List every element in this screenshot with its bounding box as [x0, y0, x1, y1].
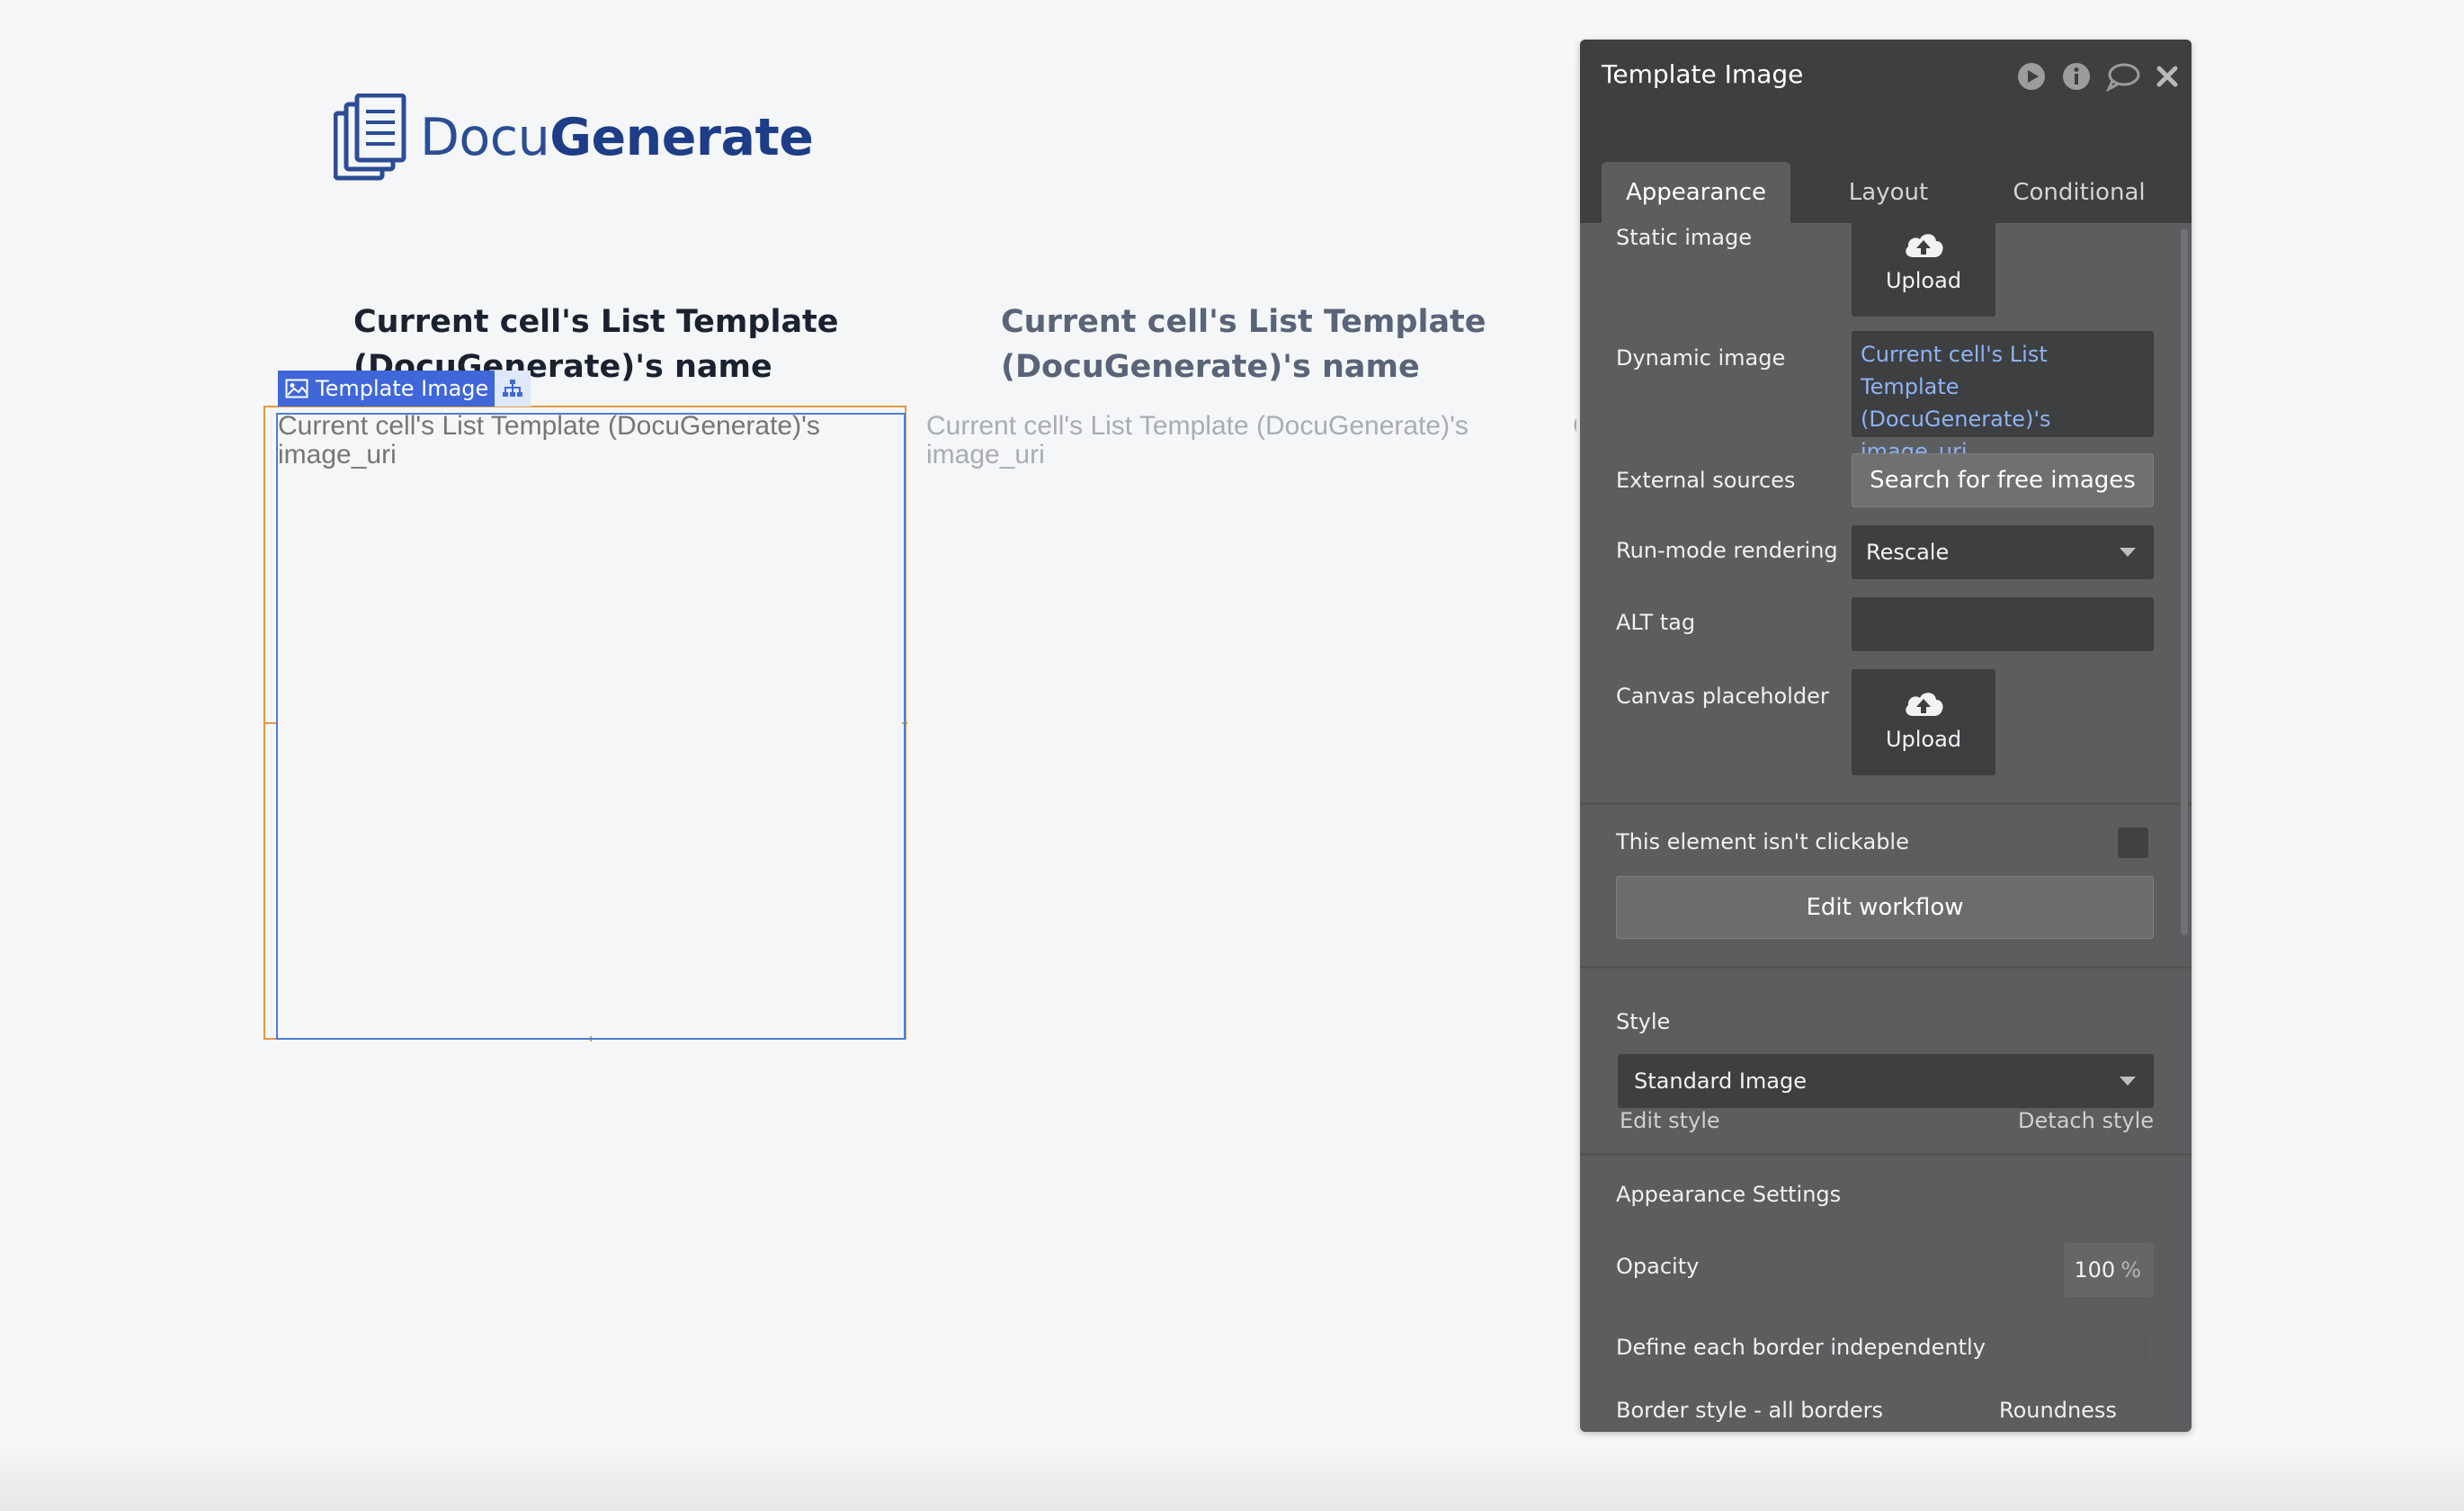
- chevron-down-icon: [2120, 548, 2136, 557]
- run-mode-rendering-label: Run-mode rendering: [1616, 538, 1838, 563]
- resize-handle[interactable]: [263, 722, 276, 724]
- image-uri-text: Current cell's List Template (DocuGenera…: [278, 411, 820, 469]
- element-tag-label: Template Image: [316, 376, 489, 401]
- opacity-value: 100: [2074, 1257, 2116, 1283]
- section-divider: [1580, 802, 2192, 805]
- alt-tag-input[interactable]: [1852, 597, 2154, 651]
- image-uri-text: Current cell's List Template (DocuGenera…: [926, 411, 1469, 469]
- tab-appearance[interactable]: Appearance: [1602, 162, 1790, 223]
- panel-tabs: Appearance Layout Conditional: [1580, 112, 2192, 223]
- play-icon[interactable]: [2016, 61, 2047, 92]
- template-image-element[interactable]: [276, 413, 906, 1040]
- style-value: Standard Image: [1634, 1068, 1807, 1094]
- alt-tag-label: ALT tag: [1616, 610, 1696, 635]
- element-name-tag[interactable]: Template Image: [278, 371, 500, 407]
- run-mode-rendering-select[interactable]: Rescale: [1852, 525, 2154, 579]
- appearance-settings-heading: Appearance Settings: [1616, 1182, 1842, 1207]
- info-icon[interactable]: [2061, 61, 2092, 92]
- document-stack-icon: [334, 94, 406, 181]
- cloud-upload-icon: [1906, 234, 1943, 257]
- clipped-cell-text: Ci: [1573, 412, 1576, 441]
- cell-title[interactable]: Current cell's List Template (DocuGenera…: [1001, 300, 1576, 389]
- chevron-down-icon: [2120, 1077, 2136, 1086]
- image-icon: [285, 379, 308, 398]
- upload-label: Upload: [1885, 727, 1962, 752]
- canvas-placeholder-upload-button[interactable]: Upload: [1852, 669, 1995, 775]
- run-mode-value: Rescale: [1866, 540, 1950, 565]
- dynamic-image-label: Dynamic image: [1616, 345, 1786, 371]
- border-style-label: Border style - all borders: [1616, 1398, 1883, 1423]
- style-select[interactable]: Standard Image: [1618, 1054, 2154, 1108]
- external-sources-label: External sources: [1616, 468, 1796, 493]
- tab-conditional[interactable]: Conditional: [1985, 162, 2174, 223]
- panel-header: Template Image: [1580, 40, 2192, 112]
- static-image-upload-button[interactable]: Upload: [1852, 210, 1995, 317]
- opacity-input[interactable]: 100%: [2064, 1243, 2154, 1297]
- section-divider: [1580, 1153, 2192, 1156]
- comment-icon[interactable]: [2105, 61, 2141, 92]
- property-editor-panel: Template Image Appearance Layout Conditi…: [1580, 40, 2192, 1432]
- edit-style-link[interactable]: Edit style: [1620, 1108, 1720, 1133]
- define-border-label: Define each border independently: [1616, 1335, 1986, 1360]
- hierarchy-icon: [503, 380, 522, 397]
- close-icon[interactable]: [2152, 61, 2183, 92]
- bottom-shadow: [0, 1439, 2464, 1511]
- canvas-placeholder-label: Canvas placeholder: [1616, 684, 1829, 709]
- style-label: Style: [1616, 1009, 1671, 1034]
- panel-title: Template Image: [1602, 59, 1804, 89]
- docugenerate-logo: DocuGenerate: [334, 93, 814, 183]
- editor-canvas[interactable]: DocuGenerate Current cell's List Templat…: [263, 66, 1576, 1444]
- static-image-label: Static image: [1616, 225, 1753, 250]
- opacity-label: Opacity: [1616, 1254, 1700, 1279]
- define-border-checkbox[interactable]: [2118, 1335, 2148, 1365]
- logo-text: DocuGenerate: [420, 108, 814, 167]
- upload-label: Upload: [1885, 268, 1962, 293]
- dynamic-image-expression[interactable]: Current cell's List Template (DocuGenera…: [1852, 331, 2154, 464]
- edit-workflow-button[interactable]: Edit workflow: [1616, 876, 2154, 939]
- element-tree-button[interactable]: [495, 371, 531, 407]
- panel-scrollbar[interactable]: [2181, 228, 2188, 935]
- section-divider: [1580, 966, 2192, 969]
- cloud-upload-icon: [1906, 693, 1943, 716]
- opacity-unit: %: [2120, 1257, 2141, 1283]
- search-free-images-button[interactable]: Search for free images: [1852, 453, 2154, 507]
- roundness-label: Roundness: [1999, 1398, 2117, 1423]
- not-clickable-label: This element isn't clickable: [1616, 829, 1909, 854]
- detach-style-link[interactable]: Detach style: [2018, 1108, 2154, 1133]
- not-clickable-checkbox[interactable]: [2118, 827, 2148, 858]
